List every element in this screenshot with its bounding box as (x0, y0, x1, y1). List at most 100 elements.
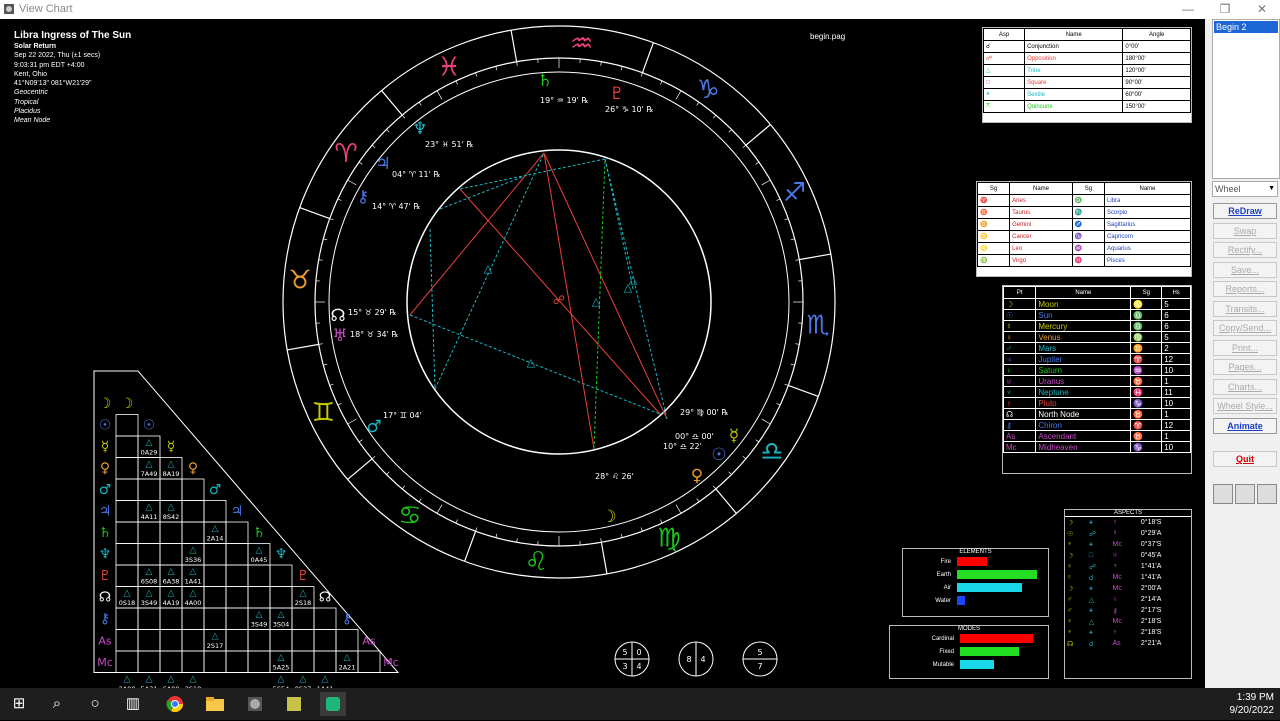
sign-legend-row: ♌Leo♒Aquarius (978, 243, 1191, 255)
aspect-angle: 120°00' (1123, 65, 1191, 77)
save-button[interactable]: Save... (1213, 262, 1277, 278)
grid-aspect-icon: △ (168, 567, 175, 577)
aspect-row: ♂⚹⚷2°17'S (1065, 605, 1191, 616)
charts-button[interactable]: Charts... (1213, 379, 1277, 395)
view-select[interactable]: Wheel▼ (1212, 181, 1278, 197)
aspect-planet-icon: ♂ (1065, 594, 1087, 605)
printer-icon[interactable] (1235, 484, 1255, 504)
grid-diagonal-planet-icon: As (362, 635, 376, 648)
planet-name: Saturn (1036, 365, 1131, 376)
bar-row: Fire (903, 555, 1048, 568)
wheel-tool-icon[interactable] (1213, 484, 1233, 504)
close-button[interactable]: ✕ (1250, 1, 1274, 17)
copy-send-button[interactable]: Copy/Send... (1213, 320, 1277, 336)
aspects-list: ASPECTS ☽⚹♇0°18'S☉☍☿0°29'A♆⚹Mc0°37'S☽□♅0… (1064, 509, 1192, 679)
transits-button[interactable]: Transits... (1213, 301, 1277, 317)
grid-cell-orb: 6S08 (141, 578, 158, 586)
zodiac-sign-icon: ♐ (783, 178, 806, 208)
grid-aspect-icon: △ (300, 589, 307, 599)
grid-diagonal-planet-icon: ♀ (188, 461, 198, 477)
planet-house: 2 (1162, 343, 1191, 354)
planet-house: 6 (1162, 321, 1191, 332)
planet-sign-icon: ♎ (1131, 321, 1162, 332)
planet-house: 12 (1162, 354, 1191, 365)
sign-glyph-icon: ♑ (1072, 231, 1104, 243)
swap-button[interactable]: Swap (1213, 223, 1277, 239)
grid-cell (314, 630, 336, 652)
search-icon[interactable]: ⌕ (44, 692, 70, 716)
grid-cell-orb: 5A25 (273, 664, 290, 672)
windows-start-icon[interactable]: ⊞ (6, 692, 32, 716)
cortana-icon[interactable]: ○ (82, 692, 108, 716)
task-view-icon[interactable]: ▥ (120, 692, 146, 716)
planet-position-label: 14° ♈ 47' ℞ (372, 202, 421, 211)
grid-row-planet-icon: ♃ (99, 504, 112, 520)
planet-row: ♃Jupiter♈12 (1004, 354, 1191, 365)
planet-glyph-icon: ⚷ (1004, 420, 1036, 431)
planet-sign-icon: ♒ (1131, 365, 1162, 376)
app-icon-2[interactable] (281, 692, 307, 716)
hemisphere-count: 8 (686, 655, 691, 664)
app-icon-1[interactable] (242, 692, 268, 716)
grid-cell (160, 479, 182, 501)
rectify-button[interactable]: Rectify... (1213, 242, 1277, 258)
sign-glyph-icon: ♍ (978, 255, 1010, 267)
zoom-icon[interactable] (1257, 484, 1277, 504)
aspect-planet-icon: ♆ (1065, 539, 1087, 550)
pages-button[interactable]: Pages... (1213, 359, 1277, 375)
aspect-glyph-icon: △ (592, 295, 601, 308)
system-clock[interactable]: 1:39 PM 9/20/2022 (1230, 691, 1275, 717)
grid-cell (314, 651, 336, 673)
sign-legend-row: ♈Aries♎Libra (978, 195, 1191, 207)
chrome-icon[interactable] (162, 692, 188, 716)
restore-button[interactable]: ❐ (1213, 1, 1237, 17)
app-icon-3[interactable] (320, 692, 346, 716)
planet-name: Ascendant (1036, 431, 1131, 442)
planet-position-label: 10° ♎ 22' (663, 442, 702, 451)
grid-cell-orb: 2A21 (339, 664, 356, 672)
grid-aspect-icon: △ (168, 675, 175, 685)
aspect-angle: 0°00' (1123, 41, 1191, 53)
grid-cell (204, 565, 226, 587)
animate-button[interactable]: Animate (1213, 418, 1277, 434)
sign-name: Virgo (1010, 255, 1073, 267)
grid-cell-orb: 3S49 (141, 599, 158, 607)
planet-row: ☿Mercury♎6 (1004, 321, 1191, 332)
aspect-legend-header: Angle (1123, 29, 1191, 41)
print-button[interactable]: Print... (1213, 340, 1277, 356)
chart-list[interactable]: Begin 2 (1212, 19, 1280, 179)
hemisphere-count: 5 (757, 648, 762, 657)
grid-row-planet-icon: ♂ (99, 482, 112, 498)
grid-cell (226, 522, 248, 544)
planet-glyph-icon: ☿ (729, 426, 739, 446)
aspect-row: ♆⚹♇2°18'S (1065, 627, 1191, 638)
reports-button[interactable]: Reports... (1213, 281, 1277, 297)
grid-aspect-icon: △ (190, 589, 197, 599)
grid-cell (116, 608, 138, 630)
planet-position-label: 04° ♈ 11' ℞ (392, 170, 441, 179)
aspect-planet-icon: Mc (1110, 583, 1138, 594)
aspect-row: ☊☌As2°21'A (1065, 638, 1191, 649)
minimize-button[interactable]: — (1176, 1, 1200, 17)
wheel-style-button[interactable]: Wheel Style... (1213, 398, 1277, 414)
grid-cell (270, 565, 292, 587)
planet-row: ♇Pluto♑10 (1004, 398, 1191, 409)
zodiac-sign-icon: ♌ (525, 547, 548, 577)
planet-position-label: 18° ♉ 34' ℞ (350, 330, 399, 339)
planet-sign-icon: ♉ (1131, 431, 1162, 442)
planet-row: ☊North Node♉1 (1004, 409, 1191, 420)
grid-row-planet-icon: ♀ (100, 461, 110, 477)
grid-cell-orb: 7A49 (141, 470, 158, 478)
planet-row: ☽Moon♌5 (1004, 299, 1191, 310)
quit-button[interactable]: Quit (1213, 451, 1277, 467)
grid-aspect-icon: △ (168, 589, 175, 599)
zodiac-sign-icon: ♉ (288, 265, 311, 295)
chart-list-item[interactable]: Begin 2 (1214, 21, 1278, 33)
planet-position-label: 29° ♍ 00' ℞ (680, 408, 729, 417)
aspect-type-icon: ☌ (1087, 638, 1111, 649)
redraw-button[interactable]: ReDraw (1213, 203, 1277, 219)
file-explorer-icon[interactable] (202, 692, 228, 716)
aspect-glyph-icon: △ (527, 356, 536, 369)
planet-glyph-icon: ☉ (1004, 310, 1036, 321)
bar-label: Fixed (890, 649, 960, 655)
